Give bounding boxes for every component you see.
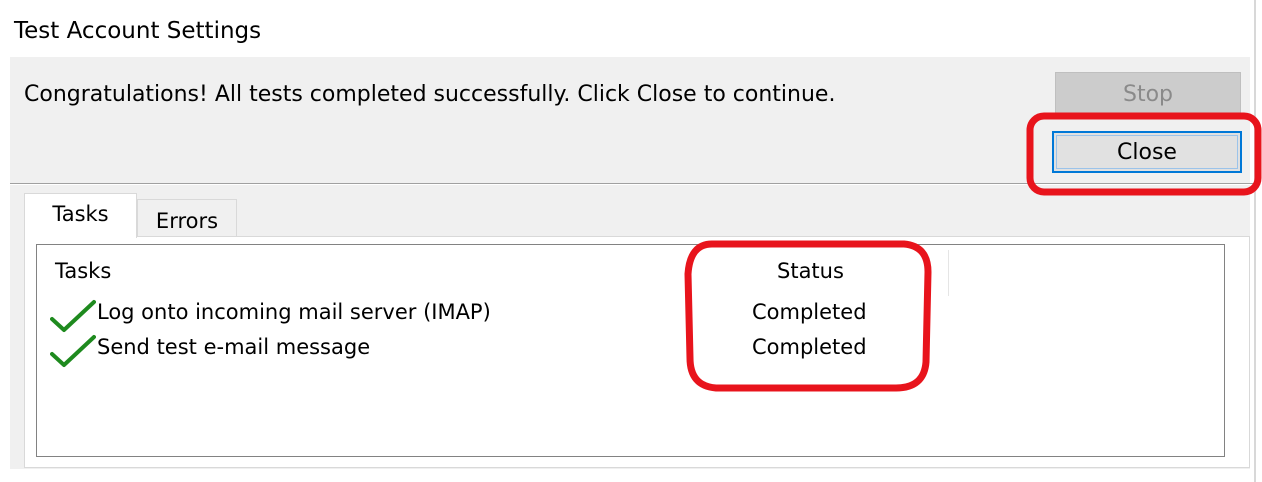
tab-errors[interactable]: Errors	[137, 199, 237, 236]
stop-button[interactable]: Stop	[1055, 72, 1241, 116]
task-name: Send test e-mail message	[97, 335, 371, 359]
window-edge	[1254, 0, 1256, 482]
list-item[interactable]: Log onto incoming mail server (IMAP) Com…	[50, 299, 910, 332]
tab-tasks[interactable]: Tasks	[24, 193, 137, 238]
close-button[interactable]: Close	[1052, 131, 1242, 173]
list-item[interactable]: Send test e-mail message Completed	[50, 334, 910, 367]
divider-highlight	[10, 184, 1254, 185]
column-header-status[interactable]: Status	[777, 259, 844, 283]
task-name: Log onto incoming mail server (IMAP)	[97, 300, 491, 324]
checkmark-icon	[50, 335, 96, 367]
stop-button-label: Stop	[1122, 81, 1173, 107]
task-status: Completed	[752, 335, 867, 359]
column-divider[interactable]	[948, 250, 949, 296]
task-status: Completed	[752, 300, 867, 324]
status-message: Congratulations! All tests completed suc…	[24, 82, 836, 107]
tab-errors-label: Errors	[155, 209, 219, 233]
tab-tasks-label: Tasks	[52, 202, 109, 226]
close-button-label: Close	[1117, 139, 1177, 165]
dialog-title: Test Account Settings	[14, 18, 262, 44]
checkmark-icon	[50, 300, 96, 332]
column-header-tasks[interactable]: Tasks	[55, 259, 111, 283]
